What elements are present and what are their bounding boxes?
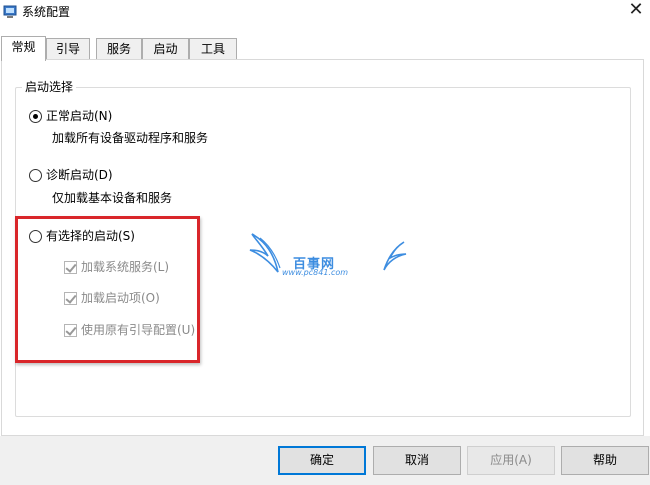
use-original-boot-config-option[interactable]: 使用原有引导配置(U) [64,322,195,338]
system-configuration-window: 系统配置 ✕ 常规 引导 服务 启动 工具 启动选择 正常启动(N) 加载所有设… [0,0,650,485]
selective-startup-label: 有选择的启动(S) [46,229,135,243]
title-bar: 系统配置 ✕ [0,0,650,26]
diagnostic-startup-option[interactable]: 诊断启动(D) [29,167,113,183]
load-startup-items-label: 加载启动项(O) [81,291,160,305]
normal-startup-label: 正常启动(N) [46,109,113,123]
normal-startup-option[interactable]: 正常启动(N) [29,108,112,124]
normal-startup-description: 加载所有设备驱动程序和服务 [52,131,209,145]
close-button[interactable]: ✕ [622,0,650,22]
tab-services[interactable]: 服务 [96,38,142,60]
window-title: 系统配置 [22,5,71,19]
load-system-services-checkbox[interactable] [64,260,77,274]
msconfig-app-icon [3,5,17,18]
diagnostic-startup-label: 诊断启动(D) [46,168,113,182]
tab-startup[interactable]: 启动 [142,38,189,60]
tab-strip: 常规 引导 服务 启动 工具 [0,36,650,61]
load-system-services-label: 加载系统服务(L) [81,260,170,274]
load-system-services-option[interactable]: 加载系统服务(L) [64,259,169,275]
load-startup-items-checkbox[interactable] [64,291,77,305]
selective-startup-option[interactable]: 有选择的启动(S) [29,228,135,244]
load-startup-items-option[interactable]: 加载启动项(O) [64,290,160,306]
ok-button[interactable]: 确定 [278,446,366,475]
startup-selection-title: 启动选择 [22,79,77,95]
apply-button[interactable]: 应用(A) [467,446,555,475]
diagnostic-startup-description: 仅加载基本设备和服务 [52,191,173,205]
normal-startup-radio[interactable] [29,109,42,123]
tab-general[interactable]: 常规 [1,36,46,61]
use-original-boot-config-label: 使用原有引导配置(U) [81,323,196,337]
diagnostic-startup-radio[interactable] [29,168,42,182]
tab-tools[interactable]: 工具 [189,38,237,60]
tab-boot[interactable]: 引导 [46,38,90,60]
cancel-button[interactable]: 取消 [373,446,461,475]
help-button[interactable]: 帮助 [561,446,649,475]
close-icon: ✕ [628,0,644,20]
use-original-boot-config-checkbox[interactable] [64,323,77,337]
watermark-url: www.pc841.com [282,268,349,277]
selective-startup-radio[interactable] [29,229,42,243]
